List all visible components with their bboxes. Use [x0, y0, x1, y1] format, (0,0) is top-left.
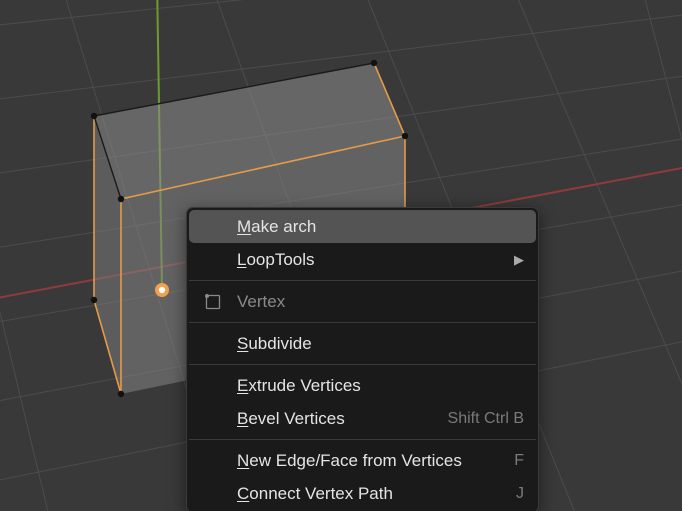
chevron-right-icon: ▶	[514, 252, 524, 268]
menu-item-looptools[interactable]: LoopTools ▶	[189, 243, 536, 276]
menu-label: Make arch	[237, 217, 524, 237]
menu-header-label: Vertex	[237, 292, 524, 312]
origin-gizmo	[155, 283, 169, 297]
menu-item-make-arch[interactable]: Make arch	[189, 210, 536, 243]
menu-label: LoopTools	[237, 250, 508, 270]
menu-label: Extrude Vertices	[237, 376, 524, 396]
menu-label: Bevel Vertices	[237, 409, 448, 429]
menu-label: New Edge/Face from Vertices	[237, 451, 514, 471]
menu-header-vertex: Vertex	[189, 285, 536, 318]
menu-shortcut: F	[514, 452, 524, 470]
menu-item-new-edge-face[interactable]: New Edge/Face from Vertices F	[189, 444, 536, 477]
menu-separator	[189, 439, 536, 440]
menu-item-connect-vertex-path[interactable]: Connect Vertex Path J	[189, 477, 536, 510]
vertex-context-menu: Make arch LoopTools ▶ Vertex Subdivide	[186, 207, 539, 511]
menu-separator	[189, 280, 536, 281]
vertex-icon	[189, 293, 237, 311]
menu-separator	[189, 364, 536, 365]
menu-item-subdivide[interactable]: Subdivide	[189, 327, 536, 360]
menu-shortcut: Shift Ctrl B	[448, 410, 524, 428]
viewport-3d[interactable]: Make arch LoopTools ▶ Vertex Subdivide	[0, 0, 682, 511]
menu-item-bevel-vertices[interactable]: Bevel Vertices Shift Ctrl B	[189, 402, 536, 435]
menu-item-extrude-vertices[interactable]: Extrude Vertices	[189, 369, 536, 402]
menu-label: Connect Vertex Path	[237, 484, 516, 504]
menu-separator	[189, 322, 536, 323]
menu-label: Subdivide	[237, 334, 524, 354]
menu-shortcut: J	[516, 485, 524, 503]
